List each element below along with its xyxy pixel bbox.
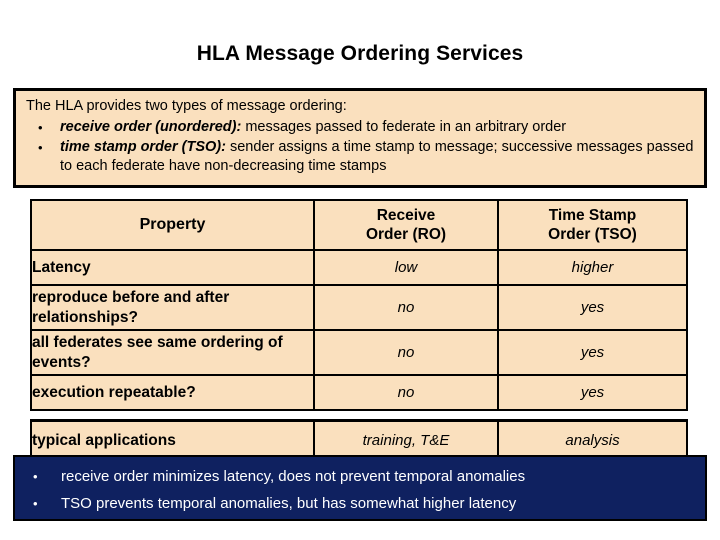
intro-bullet-time-stamp-order: • time stamp order (TSO): sender assigns … bbox=[24, 138, 696, 177]
column-header-time-stamp-order: Time Stamp Order (TSO) bbox=[497, 199, 688, 251]
intro-bullet-receive-order: • receive order (unordered): messages pas… bbox=[24, 118, 696, 138]
bullet-icon: • bbox=[38, 139, 43, 155]
column-header-receive-order-line1: Receive bbox=[376, 207, 436, 224]
summary-panel: • receive order minimizes latency, does n… bbox=[13, 455, 707, 521]
intro-bullet-lead-in: receive order (unordered): bbox=[60, 119, 242, 135]
intro-bullet-body: messages passed to federate in an arbitr… bbox=[241, 119, 567, 135]
table-separator bbox=[30, 411, 686, 419]
cell-time-stamp-order: higher bbox=[497, 249, 688, 286]
table-row: Latency low higher bbox=[30, 249, 688, 286]
cell-property: all federates see same ordering of event… bbox=[30, 329, 315, 376]
bullet-icon: • bbox=[33, 496, 38, 511]
column-header-receive-order-line2: Order (RO) bbox=[365, 226, 447, 243]
cell-receive-order: low bbox=[313, 249, 499, 286]
cell-receive-order: no bbox=[313, 374, 499, 411]
intro-panel: The HLA provides two types of message or… bbox=[13, 88, 707, 188]
cell-property: reproduce before and after relationships… bbox=[30, 284, 315, 331]
column-header-time-stamp-order-line1: Time Stamp bbox=[548, 207, 637, 224]
table-row: reproduce before and after relationships… bbox=[30, 284, 688, 331]
cell-receive-order: no bbox=[313, 329, 499, 376]
table-row: all federates see same ordering of event… bbox=[30, 329, 688, 376]
cell-property: execution repeatable? bbox=[30, 374, 315, 411]
cell-receive-order: no bbox=[313, 284, 499, 331]
summary-bullet-text: receive order minimizes latency, does no… bbox=[61, 468, 526, 485]
table-main-block: Property Receive Order (RO) Time Stamp O… bbox=[30, 199, 688, 411]
intro-lead-text: The HLA provides two types of message or… bbox=[26, 98, 347, 114]
page-title: HLA Message Ordering Services bbox=[196, 42, 524, 65]
bullet-icon: • bbox=[33, 469, 38, 484]
summary-bullet-receive-order: • receive order minimizes latency, does n… bbox=[21, 463, 699, 490]
summary-bullet-tso: • TSO prevents temporal anomalies, but ha… bbox=[21, 490, 699, 517]
cell-property: Latency bbox=[30, 249, 315, 286]
column-header-property: Property bbox=[30, 199, 315, 251]
summary-bullet-text: TSO prevents temporal anomalies, but has… bbox=[61, 495, 517, 512]
table-header-row: Property Receive Order (RO) Time Stamp O… bbox=[30, 199, 688, 251]
bullet-icon: • bbox=[38, 120, 43, 135]
table-row: execution repeatable? no yes bbox=[30, 374, 688, 411]
column-header-time-stamp-order-line2: Order (TSO) bbox=[548, 226, 637, 243]
ordering-comparison-table: Property Receive Order (RO) Time Stamp O… bbox=[30, 199, 688, 461]
column-header-receive-order: Receive Order (RO) bbox=[313, 199, 499, 251]
cell-time-stamp-order: yes bbox=[497, 374, 688, 411]
cell-time-stamp-order: yes bbox=[497, 329, 688, 376]
intro-bullet-lead-in: time stamp order (TSO): bbox=[60, 138, 226, 155]
cell-time-stamp-order: yes bbox=[497, 284, 688, 331]
